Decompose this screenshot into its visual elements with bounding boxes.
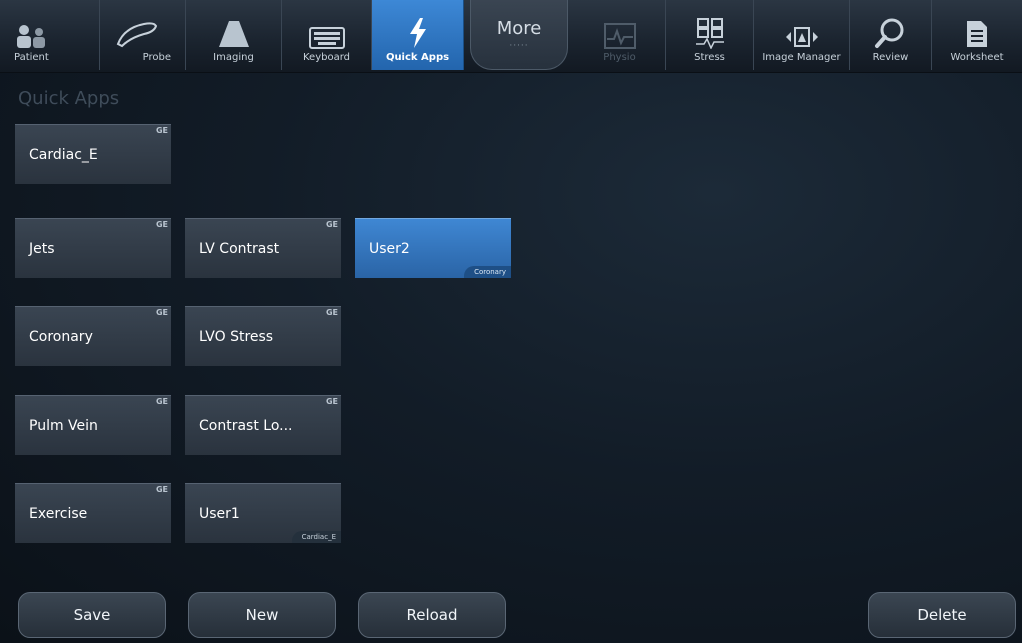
ge-badge: GE: [325, 308, 338, 317]
patient-icon: [14, 15, 50, 49]
tile-label: User1: [199, 506, 240, 522]
tile-label: Jets: [29, 241, 55, 257]
toolbar-label-physio: Physio: [603, 52, 636, 63]
new-button[interactable]: New: [188, 592, 336, 638]
image-manager-icon: [780, 15, 824, 49]
ge-badge: GE: [155, 397, 168, 406]
toolbar-keyboard[interactable]: Keyboard: [282, 0, 372, 70]
toolbar-physio[interactable]: Physio: [574, 0, 666, 70]
ge-badge: GE: [325, 397, 338, 406]
toolbar-imaging[interactable]: Imaging: [186, 0, 282, 70]
toolbar-review[interactable]: Review: [850, 0, 932, 70]
tile-label: Exercise: [29, 506, 88, 522]
toolbar-worksheet[interactable]: Worksheet: [932, 0, 1022, 70]
ge-badge: GE: [155, 220, 168, 229]
toolbar-image-manager[interactable]: Image Manager: [754, 0, 850, 70]
toolbar-probe[interactable]: Probe: [100, 0, 186, 70]
app-tile-user2[interactable]: User2 Coronary: [355, 218, 511, 278]
toolbar-label-probe: Probe: [142, 52, 171, 63]
tile-base-preset: Cardiac_E: [291, 531, 341, 543]
tile-base-preset: Coronary: [464, 266, 511, 278]
ge-badge: GE: [155, 308, 168, 317]
toolbar-label-stress: Stress: [694, 52, 725, 63]
toolbar-quick-apps[interactable]: Quick Apps: [372, 0, 464, 70]
ge-badge: GE: [325, 220, 338, 229]
reload-button[interactable]: Reload: [358, 592, 506, 638]
app-tile-lv-contrast[interactable]: GE LV Contrast: [185, 218, 341, 278]
stress-icon: [694, 15, 726, 49]
ge-badge: GE: [155, 485, 168, 494]
app-tile-coronary[interactable]: GE Coronary: [15, 306, 171, 366]
app-tile-exercise[interactable]: GE Exercise: [15, 483, 171, 543]
tile-label: Contrast Lo...: [199, 418, 293, 434]
toolbar-label-keyboard: Keyboard: [302, 52, 350, 63]
ge-badge: GE: [155, 126, 168, 135]
lightning-icon: [406, 15, 430, 49]
save-button[interactable]: Save: [18, 592, 166, 638]
delete-button[interactable]: Delete: [868, 592, 1016, 638]
probe-icon: [114, 14, 158, 48]
toolbar-more-tab[interactable]: More ·····: [470, 0, 568, 70]
physio-icon: [603, 15, 636, 49]
app-tile-lvo-stress[interactable]: GE LVO Stress: [185, 306, 341, 366]
imaging-icon: [217, 15, 251, 49]
tile-label: Pulm Vein: [29, 418, 98, 434]
app-tile-contrast-lo[interactable]: GE Contrast Lo...: [185, 395, 341, 455]
tile-label: User2: [369, 241, 410, 257]
keyboard-icon: [308, 15, 345, 49]
toolbar-patient[interactable]: Patient: [0, 0, 100, 70]
review-icon: [874, 15, 908, 49]
tile-label: LVO Stress: [199, 329, 274, 345]
tile-label: Cardiac_E: [29, 147, 98, 163]
section-title: Quick Apps: [18, 88, 120, 109]
app-tile-user1[interactable]: User1 Cardiac_E: [185, 483, 341, 543]
toolbar-label-patient: Patient: [14, 52, 49, 63]
app-tile-pulm-vein[interactable]: GE Pulm Vein: [15, 395, 171, 455]
toolbar-label-imaging: Imaging: [213, 52, 254, 63]
toolbar-label-worksheet: Worksheet: [950, 52, 1004, 63]
top-toolbar: Patient Probe Imaging Keyboard Quick App…: [0, 0, 1022, 73]
more-dots-icon: ·····: [509, 41, 529, 51]
more-label: More: [496, 18, 542, 39]
toolbar-label-review: Review: [872, 52, 909, 63]
toolbar-stress[interactable]: Stress: [666, 0, 754, 70]
tile-label: Coronary: [29, 329, 93, 345]
app-tile-jets[interactable]: GE Jets: [15, 218, 171, 278]
tile-label: LV Contrast: [199, 241, 280, 257]
toolbar-label-image-manager: Image Manager: [762, 52, 841, 63]
app-window: Patient Probe Imaging Keyboard Quick App…: [0, 0, 1022, 643]
worksheet-icon: [965, 15, 989, 49]
toolbar-label-quick-apps: Quick Apps: [385, 52, 450, 63]
app-tile-cardiac-e[interactable]: GE Cardiac_E: [15, 124, 171, 184]
